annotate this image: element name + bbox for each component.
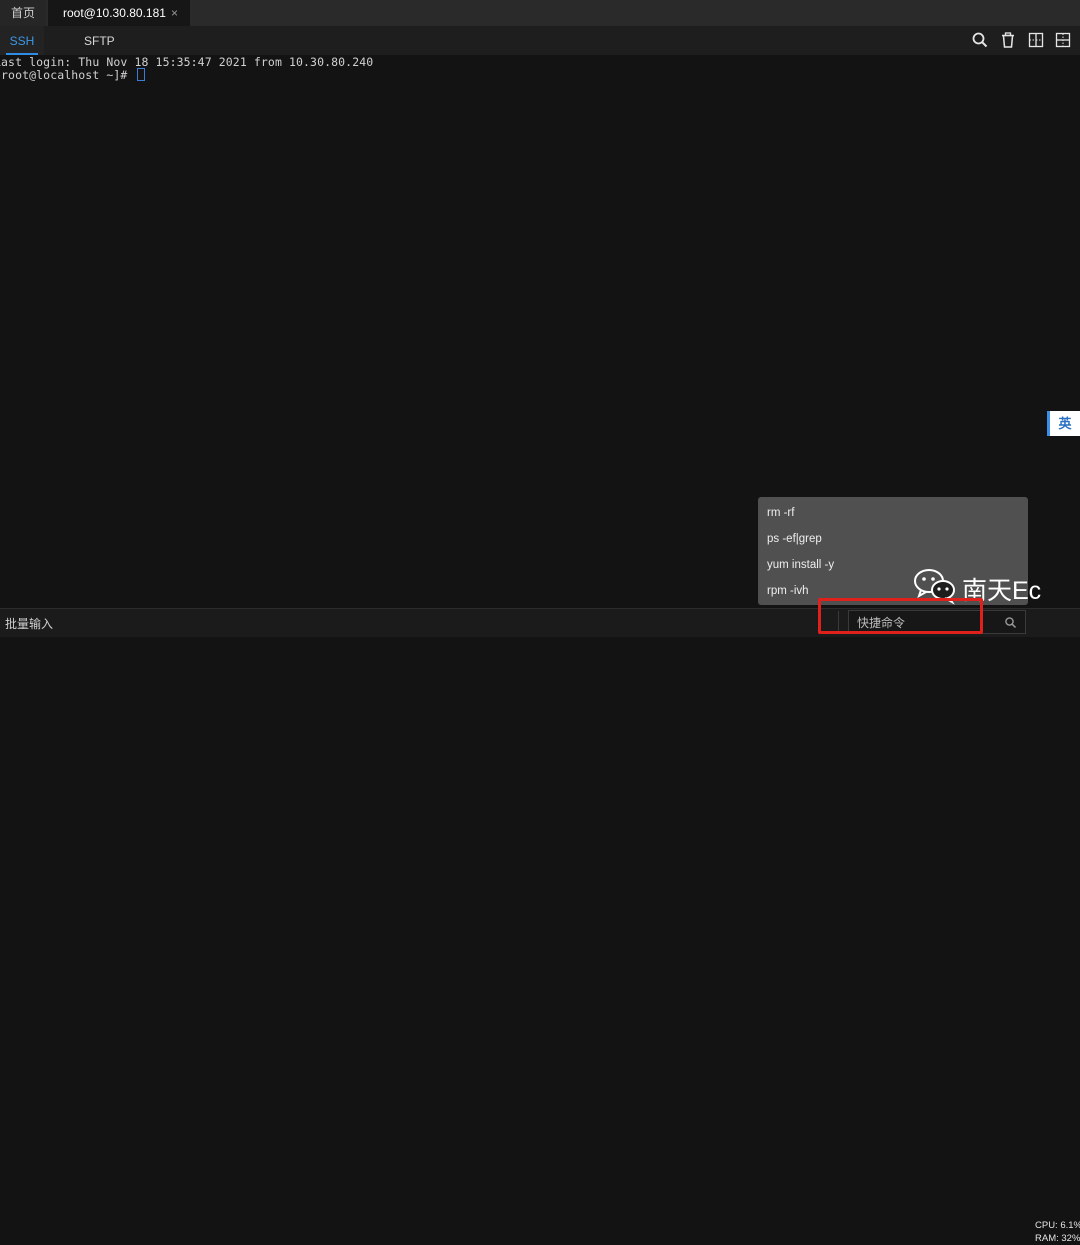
split-horizontal-icon[interactable]: [1054, 31, 1072, 49]
batch-input-field[interactable]: 批量输入: [5, 609, 53, 637]
quick-command-item[interactable]: yum install -y: [767, 559, 834, 571]
search-icon[interactable]: [1004, 616, 1017, 629]
terminal-prompt: [root@localhost ~]#: [0, 68, 135, 82]
split-vertical-icon[interactable]: [1027, 31, 1045, 49]
ime-language-indicator[interactable]: 英: [1047, 411, 1080, 436]
trash-icon[interactable]: [999, 31, 1017, 49]
cpu-usage: CPU: 6.1%: [1035, 1220, 1080, 1231]
highlight-annotation-box: [818, 598, 983, 634]
terminal-line: Last login: Thu Nov 18 15:35:47 2021 fro…: [0, 55, 374, 69]
tab-session-label: root@10.30.80.181: [63, 6, 166, 20]
tab-home[interactable]: 首页: [0, 0, 46, 26]
tab-session[interactable]: root@10.30.80.181 ×: [48, 0, 190, 26]
close-icon[interactable]: ×: [171, 0, 178, 26]
resource-stats: CPU: 6.1% RAM: 32%: [1035, 1219, 1080, 1245]
quick-command-item[interactable]: rpm -ivh: [767, 585, 809, 597]
session-tab-bar: 首页 root@10.30.80.181 ×: [0, 0, 1080, 26]
ram-usage: RAM: 32%: [1035, 1233, 1080, 1244]
terminal-cursor: [137, 68, 146, 81]
terminal-prompt-line: [root@localhost ~]#: [0, 68, 146, 82]
search-icon[interactable]: [971, 31, 989, 49]
quick-command-item[interactable]: rm -rf: [767, 507, 794, 519]
quick-command-item[interactable]: ps -ef|grep: [767, 533, 822, 545]
tab-ssh[interactable]: SSH: [0, 26, 44, 55]
connection-subtab-bar: SSH SFTP: [0, 26, 1080, 56]
tab-sftp[interactable]: SFTP: [84, 26, 115, 55]
